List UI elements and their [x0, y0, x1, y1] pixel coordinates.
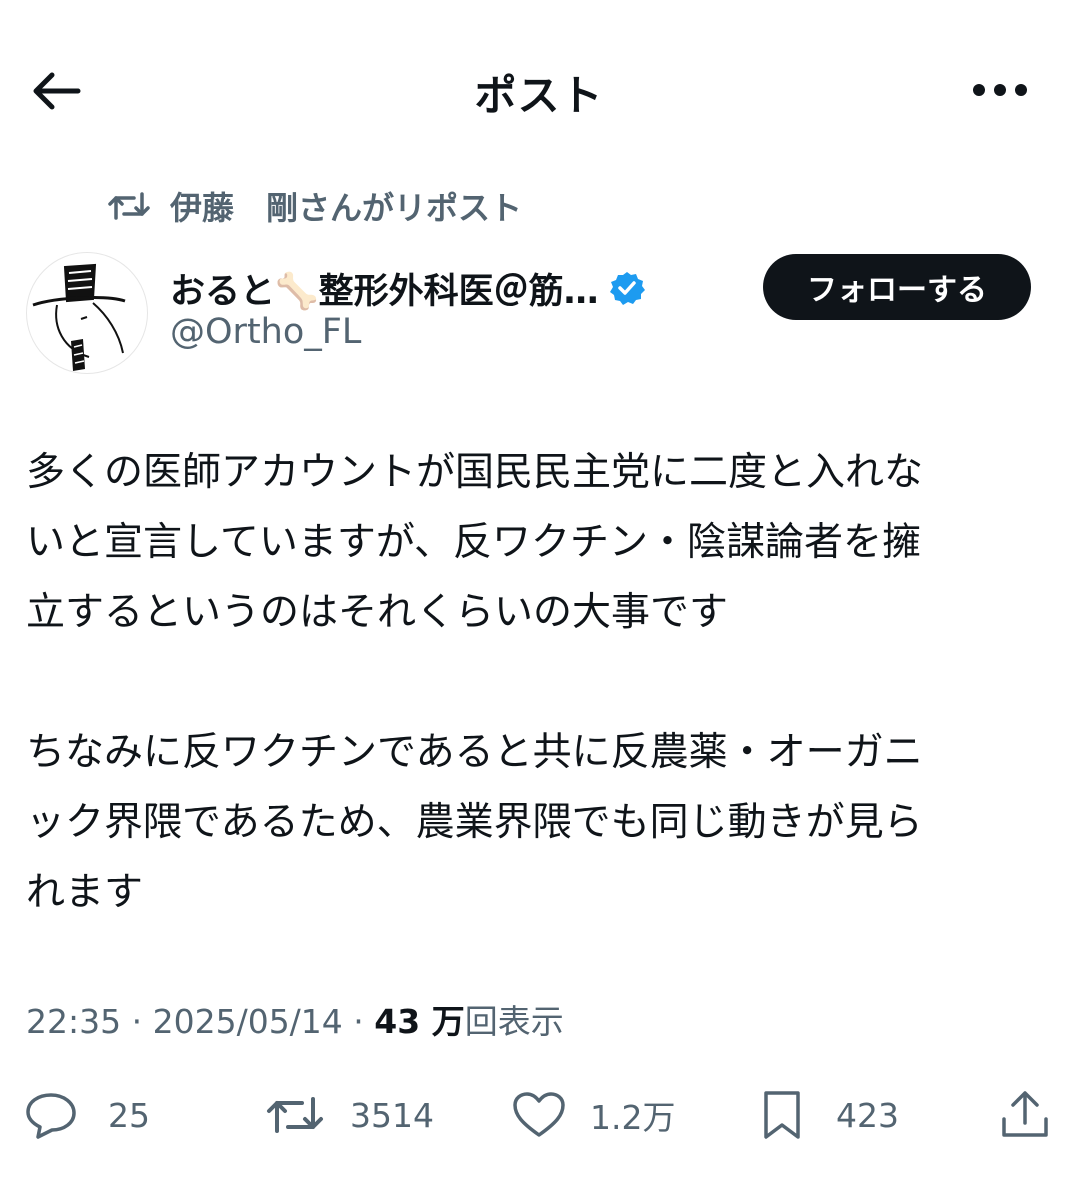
reply-count: 25 [108, 1095, 150, 1135]
author-display-name[interactable]: おると🦴整形外科医＠筋… [170, 262, 645, 314]
post-line: ック界隈であるため、農業界隈でも同じ動きが見ら [26, 800, 923, 845]
verified-badge-icon[interactable] [609, 270, 645, 306]
author-name-text: おると🦴整形外科医＠筋… [170, 271, 599, 312]
repost-count: 3514 [350, 1095, 434, 1135]
post-line: れます [26, 870, 144, 915]
repost-context[interactable]: 伊藤 剛さんがリポスト [108, 182, 522, 230]
author-handle[interactable]: @Ortho_FL [170, 312, 361, 352]
share-button[interactable] [1000, 1080, 1050, 1150]
action-bar: 25 3514 1.2万 423 [0, 1080, 1078, 1150]
post-detail-page: ポスト 伊藤 剛さんがリポスト おると🦴整形外科医＠筋… @Ortho_FL フ… [0, 0, 1078, 1200]
avatar[interactable] [26, 252, 148, 374]
top-bar: ポスト [0, 40, 1078, 140]
views-count: 43 万 [374, 1002, 465, 1041]
post-text: 多くの医師アカウントが国民民主党に二度と入れな いと宣言していますが、反ワクチン… [26, 438, 1052, 928]
post-time[interactable]: 22:35 [26, 1002, 121, 1041]
like-button[interactable]: 1.2万 [512, 1080, 675, 1150]
bookmark-count: 423 [836, 1095, 899, 1135]
post-line: ちなみに反ワクチンであると共に反農薬・オーガニ [26, 730, 923, 775]
repost-icon [108, 190, 150, 222]
more-horizontal-icon [973, 84, 1027, 96]
follow-button[interactable]: フォローする [763, 254, 1031, 320]
post-line: 多くの医師アカウントが国民民主党に二度と入れな [26, 450, 924, 495]
heart-icon [513, 1092, 565, 1137]
views-label: 回表示 [464, 1002, 564, 1041]
bookmark-button[interactable]: 423 [760, 1080, 899, 1150]
reply-button[interactable]: 25 [24, 1080, 150, 1150]
avatar-drawing [32, 263, 126, 371]
repost-context-text: 伊藤 剛さんがリポスト [170, 189, 523, 227]
repost-icon [267, 1097, 323, 1133]
meta-separator: · [121, 1002, 153, 1041]
meta-separator: · [342, 1002, 375, 1041]
post-meta: 22:35 · 2025/05/14 · 43 万回表示 [26, 995, 564, 1043]
bookmark-icon [764, 1091, 800, 1139]
more-options-button[interactable] [968, 70, 1032, 110]
post-line: いと宣言していますが、反ワクチン・陰謀論者を擁 [26, 520, 922, 565]
repost-button[interactable]: 3514 [266, 1080, 434, 1150]
post-date[interactable]: 2025/05/14 [153, 1002, 343, 1041]
like-count: 1.2万 [590, 1098, 676, 1137]
reply-icon [26, 1093, 76, 1139]
share-icon [1002, 1091, 1048, 1137]
page-title: ポスト [474, 71, 604, 120]
post-line: 立するというのはそれくらいの大事です [26, 590, 729, 635]
